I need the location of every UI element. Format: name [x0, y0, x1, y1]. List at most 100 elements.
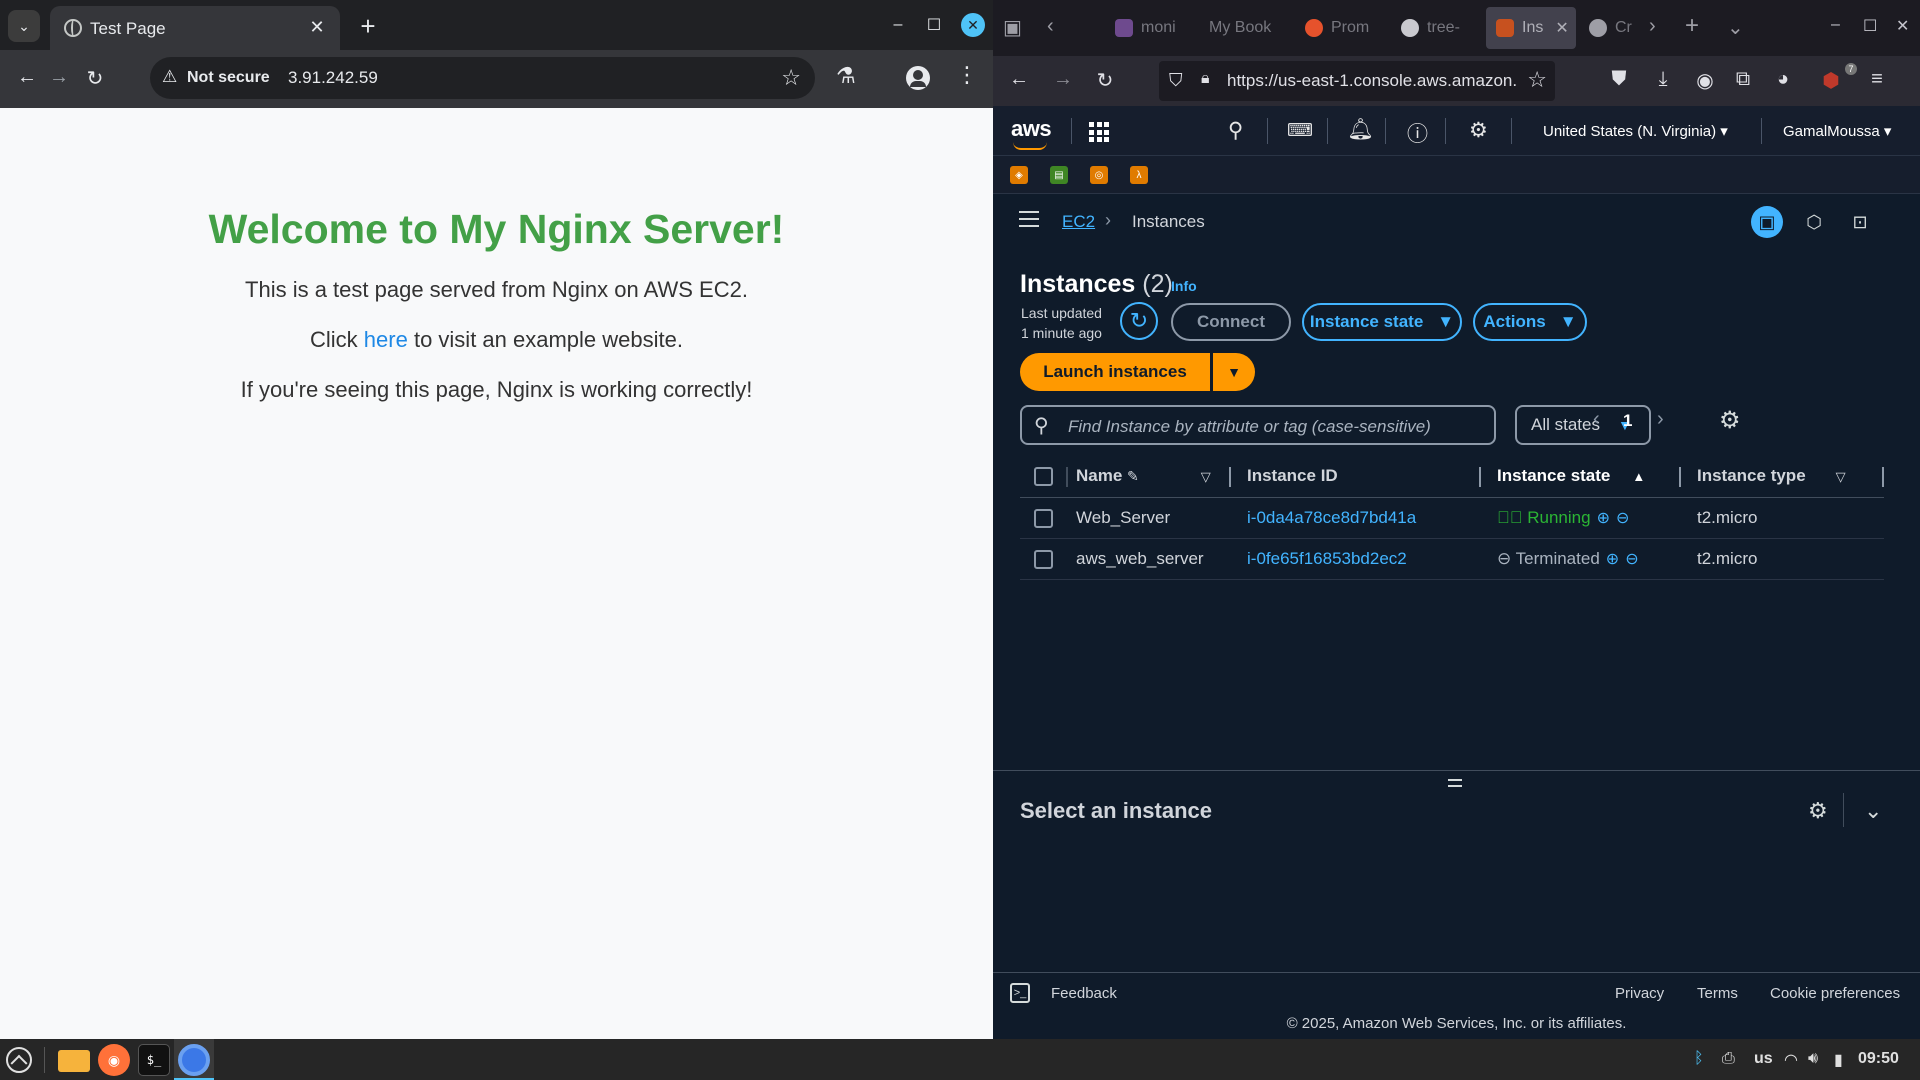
file-manager-icon[interactable]: [58, 1050, 90, 1072]
favorite-service-icon[interactable]: ◎: [1090, 166, 1108, 184]
zoom-out-icon[interactable]: ⊖: [1616, 510, 1629, 527]
zoom-out-icon[interactable]: ⊖: [1625, 551, 1638, 568]
instance-id-link[interactable]: i-0fe65f16853bd2ec2: [1247, 549, 1407, 568]
terminal-icon[interactable]: $_: [138, 1044, 170, 1076]
settings-gear-icon[interactable]: ⚙: [1469, 118, 1488, 143]
favorite-service-icon[interactable]: ◈: [1010, 166, 1028, 184]
bell-icon[interactable]: 🔔︎: [1347, 118, 1374, 142]
pocket-icon[interactable]: ⛊: [1607, 68, 1631, 91]
connect-button[interactable]: Connect: [1171, 303, 1291, 341]
firefox-tab-6[interactable]: Cr: [1589, 14, 1633, 42]
firefox-urlbar[interactable]: ⛉ 🔒︎ https://us-east-1.console.aws.amazo…: [1159, 61, 1555, 101]
aws-logo-icon[interactable]: aws: [1011, 116, 1052, 150]
cloudshell-icon[interactable]: ⌨: [1287, 120, 1313, 141]
forward-icon[interactable]: →: [46, 66, 72, 89]
security-hexagon-icon[interactable]: ⬡: [1798, 206, 1830, 238]
table-row[interactable]: Web_Server i-0da4a78ce8d7bd41a ✓⃝ Runnin…: [1020, 497, 1884, 539]
back-icon[interactable]: ←: [1007, 68, 1031, 91]
minimize-icon[interactable]: –: [889, 16, 907, 34]
firefox-tab-4[interactable]: tree-: [1401, 14, 1481, 42]
privacy-link[interactable]: Privacy: [1615, 985, 1664, 1002]
firefox-tab-5-active[interactable]: Ins ✕: [1486, 7, 1576, 49]
breadcrumb-ec2[interactable]: EC2: [1062, 212, 1095, 232]
feedback-link[interactable]: Feedback: [1051, 985, 1117, 1002]
select-all-checkbox[interactable]: [1034, 466, 1053, 486]
display-preferences-icon[interactable]: ⊡: [1844, 206, 1876, 238]
firefox-tab-2[interactable]: My Book: [1209, 14, 1281, 42]
resize-handle-icon[interactable]: [1448, 779, 1462, 787]
tab-search-button[interactable]: ⌄: [8, 10, 40, 42]
profile-avatar-icon[interactable]: [906, 66, 930, 90]
forward-icon[interactable]: →: [1051, 68, 1075, 91]
terms-link[interactable]: Terms: [1697, 985, 1738, 1002]
sort-up-icon[interactable]: ▲: [1632, 469, 1645, 484]
minimize-icon[interactable]: –: [1831, 16, 1840, 34]
back-icon[interactable]: ←: [14, 66, 40, 89]
row-checkbox[interactable]: [1034, 549, 1053, 569]
search-icon[interactable]: ⚲: [1228, 118, 1243, 143]
cloudshell-icon[interactable]: >_: [1010, 983, 1030, 1003]
instance-state-button[interactable]: Instance state ▼: [1302, 303, 1462, 341]
cookie-preferences-link[interactable]: Cookie preferences: [1770, 985, 1900, 1002]
printer-icon[interactable]: ⎙: [1722, 1050, 1735, 1068]
info-link[interactable]: Info: [1171, 278, 1197, 294]
wifi-icon[interactable]: ◠: [1784, 1050, 1798, 1070]
pane-settings-gear-icon[interactable]: ⚙: [1808, 798, 1828, 824]
battery-icon[interactable]: ▮: [1834, 1050, 1843, 1070]
firefox-tab-3[interactable]: Prom: [1305, 14, 1381, 42]
reload-icon[interactable]: ↻: [82, 66, 108, 91]
bluetooth-icon[interactable]: ᛒ: [1694, 1050, 1704, 1068]
labs-flask-icon[interactable]: ⚗: [836, 63, 856, 89]
warning-icon[interactable]: ⚠: [162, 67, 177, 87]
column-divider[interactable]: [1679, 467, 1681, 487]
actions-button[interactable]: Actions ▼: [1473, 303, 1587, 341]
chrome-icon[interactable]: [178, 1044, 210, 1076]
maximize-icon[interactable]: ☐: [925, 15, 943, 35]
scroll-left-icon[interactable]: ‹: [1047, 15, 1054, 38]
bookmark-star-icon[interactable]: ☆: [1527, 67, 1547, 93]
row-checkbox[interactable]: [1034, 508, 1053, 528]
instance-id-link[interactable]: i-0da4a78ce8d7bd41a: [1247, 508, 1416, 527]
tab-overview-icon[interactable]: ▣: [1003, 15, 1022, 40]
url-text[interactable]: https://us-east-1.console.aws.amazon.com…: [1227, 71, 1517, 91]
table-preferences-gear-icon[interactable]: ⚙: [1719, 406, 1741, 435]
lambda-icon[interactable]: λ: [1130, 166, 1148, 184]
sort-down-icon[interactable]: ▽: [1201, 469, 1211, 484]
collapse-chevron-icon[interactable]: ⌄: [1864, 798, 1882, 824]
column-header-name[interactable]: Name ✎ ▽: [1062, 455, 1237, 498]
example-website-link[interactable]: here: [364, 327, 408, 352]
region-selector[interactable]: United States (N. Virginia) ▾: [1543, 122, 1728, 140]
column-header-instance-type[interactable]: Instance type ▽: [1687, 455, 1884, 498]
clock[interactable]: 09:50: [1858, 1050, 1899, 1068]
close-tab-icon[interactable]: ✕: [1555, 18, 1568, 38]
ublock-icon[interactable]: ⬢: [1819, 68, 1843, 93]
firefox-icon[interactable]: ◉: [98, 1044, 130, 1076]
new-tab-button[interactable]: +: [352, 10, 384, 42]
chrome-tab-test-page[interactable]: Test Page ✕: [50, 6, 340, 50]
scroll-right-icon[interactable]: ›: [1649, 15, 1656, 38]
reload-icon[interactable]: ↻: [1093, 68, 1117, 93]
close-window-icon[interactable]: ✕: [961, 13, 985, 37]
keyboard-layout[interactable]: us: [1754, 1050, 1773, 1068]
account-icon[interactable]: ◉: [1693, 68, 1717, 93]
prev-page-icon[interactable]: ‹: [1593, 408, 1600, 431]
maximize-icon[interactable]: ☐: [1863, 16, 1877, 36]
zoom-in-icon[interactable]: ⊕: [1606, 551, 1619, 568]
column-header-instance-id[interactable]: Instance ID: [1237, 455, 1487, 498]
tracking-shield-icon[interactable]: ⛉: [1169, 70, 1183, 91]
services-grid-icon[interactable]: [1089, 122, 1109, 142]
column-divider[interactable]: [1882, 467, 1884, 487]
downloads-icon[interactable]: ⤓: [1651, 68, 1675, 91]
firefox-tab-1[interactable]: moni: [1115, 14, 1191, 42]
column-divider[interactable]: [1479, 467, 1481, 487]
column-divider[interactable]: [1229, 467, 1231, 487]
instance-search-input[interactable]: ⚲ Find Instance by attribute or tag (cas…: [1020, 405, 1496, 445]
lock-icon[interactable]: 🔒︎: [1201, 70, 1210, 88]
account-menu[interactable]: GamalMoussa ▾: [1783, 122, 1891, 140]
split-panel-icon[interactable]: ▣: [1751, 206, 1783, 238]
page-number[interactable]: 1: [1623, 411, 1632, 431]
bookmark-star-icon[interactable]: ☆: [781, 65, 801, 91]
start-menu-icon[interactable]: [6, 1047, 32, 1073]
extension-owl-icon[interactable]: ◕: [1771, 68, 1795, 91]
zoom-in-icon[interactable]: ⊕: [1597, 510, 1610, 527]
